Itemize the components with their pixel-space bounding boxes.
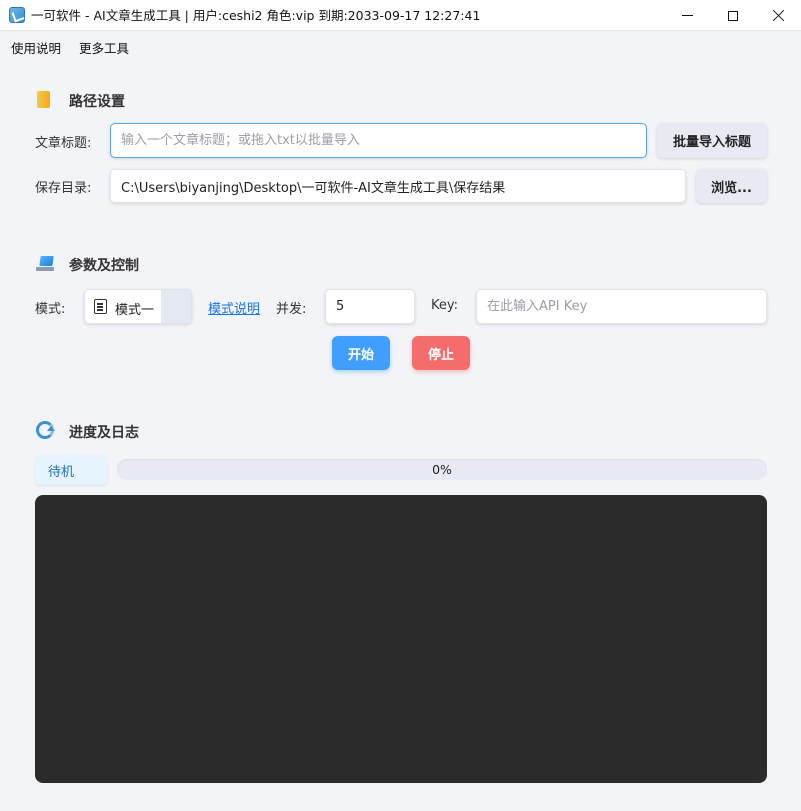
mode-help-link[interactable]: 模式说明: [208, 298, 260, 317]
start-button[interactable]: 开始: [332, 336, 390, 370]
log-output[interactable]: [35, 495, 767, 783]
minimize-icon: [681, 15, 693, 16]
concurrency-label: 并发:: [276, 302, 307, 317]
mode-selected-value: 模式一: [115, 303, 155, 318]
close-icon: [772, 9, 785, 22]
mode-label: 模式:: [35, 302, 66, 317]
params-section-title: 参数及控制: [69, 258, 139, 274]
stop-button[interactable]: 停止: [412, 336, 470, 370]
menu-bar: 使用说明 更多工具: [0, 31, 801, 59]
window-title: 一可软件 - AI文章生成工具 | 用户:ceshi2 角色:vip 到期:20…: [31, 8, 481, 23]
article-title-input[interactable]: [110, 123, 647, 158]
article-title-label: 文章标题:: [35, 136, 92, 151]
status-badge: 待机: [35, 455, 107, 485]
menu-item-help[interactable]: 使用说明: [11, 38, 61, 57]
concurrency-input[interactable]: 5: [325, 289, 415, 324]
maximize-button[interactable]: [710, 0, 756, 31]
save-dir-value: C:\Users\biyanjing\Desktop\一可软件-AI文章生成工具…: [121, 180, 506, 196]
title-bar: 一可软件 - AI文章生成工具 | 用户:ceshi2 角色:vip 到期:20…: [0, 0, 801, 31]
progress-section-title: 进度及日志: [69, 425, 139, 441]
save-dir-input[interactable]: C:\Users\biyanjing\Desktop\一可软件-AI文章生成工具…: [110, 169, 686, 203]
folder-icon: [37, 91, 50, 108]
progress-bar: 0%: [117, 459, 767, 480]
key-label: Key:: [431, 298, 459, 313]
maximize-icon: [728, 10, 738, 21]
path-section-title: 路径设置: [69, 94, 125, 110]
browse-button[interactable]: 浏览...: [696, 169, 767, 203]
minimize-button[interactable]: [664, 0, 710, 31]
laptop-icon: [36, 256, 54, 274]
close-button[interactable]: [755, 0, 801, 31]
mode-dropdown-toggle[interactable]: [161, 290, 191, 323]
batch-import-button[interactable]: 批量导入标题: [657, 123, 767, 158]
progress-percent: 0%: [432, 462, 452, 477]
mode-select[interactable]: 模式一: [84, 289, 192, 324]
concurrency-value: 5: [336, 299, 345, 314]
app-logo-icon: [9, 7, 25, 23]
api-key-input[interactable]: [476, 289, 767, 324]
save-dir-label: 保存目录:: [35, 181, 92, 196]
document-icon: [94, 299, 107, 314]
refresh-icon: [36, 421, 55, 439]
menu-item-more-tools[interactable]: 更多工具: [79, 38, 129, 57]
